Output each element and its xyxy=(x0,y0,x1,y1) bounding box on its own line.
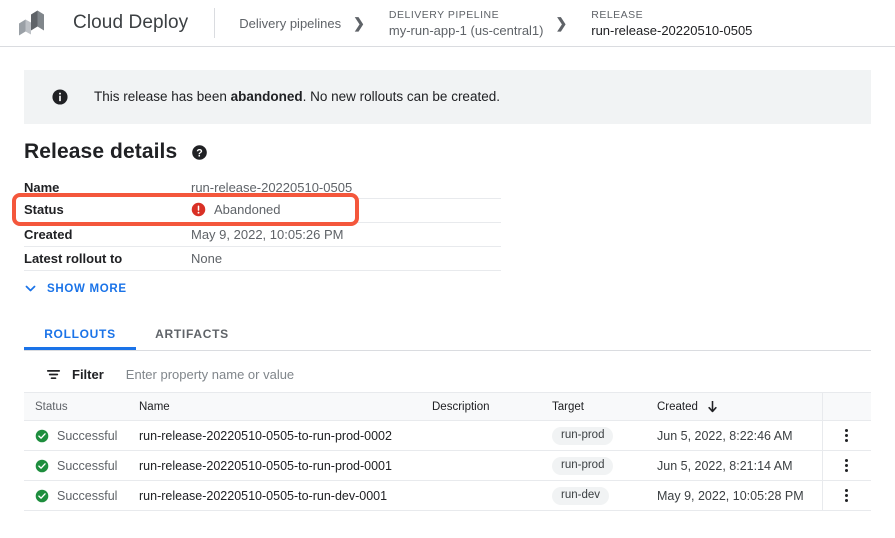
cell-actions xyxy=(822,421,870,450)
column-header-name[interactable]: Name xyxy=(139,401,432,413)
breadcrumb: Delivery pipelines ❯ DELIVERY PIPELINE m… xyxy=(215,0,752,47)
banner-message: This release has been abandoned. No new … xyxy=(94,88,500,106)
cell-status: Successful xyxy=(24,429,139,443)
banner-text-after: . No new rollouts can be created. xyxy=(303,89,500,104)
status-row-overlay: Status Abandoned xyxy=(24,197,364,222)
cell-actions xyxy=(822,481,870,510)
rollouts-table: Status Name Description Target Created S… xyxy=(24,393,871,511)
table-row[interactable]: Successful run-release-20220510-0505-to-… xyxy=(24,421,871,451)
detail-row-created: Created May 9, 2022, 10:05:26 PM xyxy=(24,223,501,247)
table-row[interactable]: Successful run-release-20220510-0505-to-… xyxy=(24,451,871,481)
column-header-target[interactable]: Target xyxy=(552,401,657,413)
column-header-description[interactable]: Description xyxy=(432,401,552,413)
cell-actions xyxy=(822,451,870,480)
check-circle-icon xyxy=(35,489,49,503)
chevron-right-icon: ❯ xyxy=(556,16,568,30)
breadcrumb-root-label: Delivery pipelines xyxy=(239,16,341,31)
table-row[interactable]: Successful run-release-20220510-0505-to-… xyxy=(24,481,871,511)
filter-bar: Filter xyxy=(24,356,871,393)
cell-name[interactable]: run-release-20220510-0505-to-run-prod-00… xyxy=(139,429,432,443)
detail-value: May 9, 2022, 10:05:26 PM xyxy=(191,227,343,242)
cell-created: May 9, 2022, 10:05:28 PM xyxy=(657,489,822,503)
breadcrumb-item-release[interactable]: RELEASE run-release-20220510-0505 xyxy=(567,0,752,47)
detail-label: Created xyxy=(24,227,191,242)
page-title: Release details xyxy=(24,140,177,164)
detail-label: Latest rollout to xyxy=(24,251,191,266)
svg-text:?: ? xyxy=(197,147,203,159)
target-chip: run-prod xyxy=(552,457,613,475)
help-icon[interactable]: ? xyxy=(191,144,208,161)
chevron-down-icon xyxy=(24,282,37,295)
release-details-header: Release details ? xyxy=(24,140,208,164)
more-vert-icon[interactable] xyxy=(841,455,852,476)
breadcrumb-item-delivery-pipelines[interactable]: Delivery pipelines xyxy=(215,0,341,47)
tab-bar: ROLLOUTS ARTIFACTS xyxy=(24,318,871,351)
breadcrumb-release-kicker: RELEASE xyxy=(591,8,752,22)
show-more-button[interactable]: SHOW MORE xyxy=(24,282,127,295)
error-icon xyxy=(191,202,206,217)
cell-status-text: Successful xyxy=(57,459,117,473)
status-value-overlay: Abandoned xyxy=(191,202,281,217)
arrow-down-icon xyxy=(707,400,718,413)
more-vert-icon[interactable] xyxy=(841,425,852,446)
tab-rollouts[interactable]: ROLLOUTS xyxy=(24,318,136,350)
detail-row-latest-rollout: Latest rollout to None xyxy=(24,247,501,271)
cell-created: Jun 5, 2022, 8:21:14 AM xyxy=(657,459,822,473)
banner-text-bold: abandoned xyxy=(231,89,303,104)
release-details-table: Name run-release-20220510-0505 Status Ab… xyxy=(24,176,501,271)
cell-status-text: Successful xyxy=(57,489,117,503)
column-header-created[interactable]: Created xyxy=(657,400,822,413)
column-header-actions xyxy=(822,393,870,420)
filter-label: Filter xyxy=(72,367,104,382)
filter-icon[interactable] xyxy=(46,367,61,382)
detail-label: Name xyxy=(24,180,191,195)
breadcrumb-pipeline-name: my-run-app-1 (us-central1) xyxy=(389,22,544,39)
cell-status: Successful xyxy=(24,459,139,473)
column-header-status[interactable]: Status xyxy=(24,401,139,413)
cloud-deploy-logo[interactable] xyxy=(11,0,57,47)
banner-text-before: This release has been xyxy=(94,89,231,104)
tab-artifacts[interactable]: ARTIFACTS xyxy=(136,318,248,350)
check-circle-icon xyxy=(35,429,49,443)
product-title: Cloud Deploy xyxy=(73,12,188,34)
breadcrumb-release-name: run-release-20220510-0505 xyxy=(591,22,752,39)
cell-target: run-dev xyxy=(552,487,657,505)
breadcrumb-item-pipeline[interactable]: DELIVERY PIPELINE my-run-app-1 (us-centr… xyxy=(365,0,544,47)
detail-value: None xyxy=(191,251,222,266)
target-chip: run-dev xyxy=(552,487,609,505)
cell-name[interactable]: run-release-20220510-0505-to-run-dev-000… xyxy=(139,489,432,503)
app-bar: Cloud Deploy Delivery pipelines ❯ DELIVE… xyxy=(0,0,895,47)
cell-created: Jun 5, 2022, 8:22:46 AM xyxy=(657,429,822,443)
target-chip: run-prod xyxy=(552,427,613,445)
show-more-label: SHOW MORE xyxy=(47,283,127,295)
breadcrumb-pipeline-kicker: DELIVERY PIPELINE xyxy=(389,8,544,22)
check-circle-icon xyxy=(35,459,49,473)
table-header-row: Status Name Description Target Created xyxy=(24,393,871,421)
column-header-created-label: Created xyxy=(657,401,698,413)
more-vert-icon[interactable] xyxy=(841,485,852,506)
chevron-right-icon: ❯ xyxy=(353,16,365,30)
cell-target: run-prod xyxy=(552,457,657,475)
detail-row-name: Name run-release-20220510-0505 xyxy=(24,176,501,199)
status-text-overlay: Abandoned xyxy=(214,202,281,217)
detail-label-status: Status xyxy=(24,202,191,217)
abandoned-banner: This release has been abandoned. No new … xyxy=(24,70,871,124)
info-icon xyxy=(51,88,69,106)
cell-status: Successful xyxy=(24,489,139,503)
cell-name[interactable]: run-release-20220510-0505-to-run-prod-00… xyxy=(139,459,432,473)
cell-status-text: Successful xyxy=(57,429,117,443)
filter-input[interactable] xyxy=(124,366,724,383)
cell-target: run-prod xyxy=(552,427,657,445)
detail-value: run-release-20220510-0505 xyxy=(191,180,352,195)
